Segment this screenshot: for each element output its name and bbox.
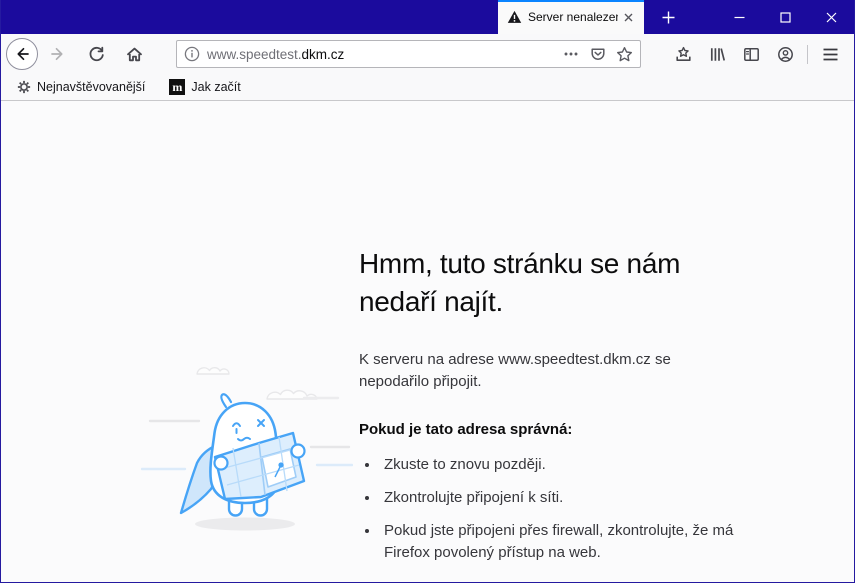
back-icon[interactable] [6, 38, 38, 70]
tab-active-accent [498, 0, 644, 2]
url-input[interactable]: www.speedtest.dkm.cz [176, 40, 641, 68]
gear-icon [17, 80, 31, 94]
pocket-icon[interactable] [584, 41, 611, 67]
tab-title: Server nenalezen [528, 10, 618, 24]
list-item: Pokud jste připojeni přes firewall, zkon… [380, 520, 739, 564]
bookmark-most-visited[interactable]: Nejnavštěvovanější [14, 77, 148, 98]
list-item: Zkontrolujte připojení k síti. [380, 487, 739, 509]
tab-server-nenalezen[interactable]: Server nenalezen [498, 0, 644, 34]
error-title: Hmm, tuto stránku se nám nedaří najít. [359, 245, 739, 321]
error-advice-heading: Pokud je tato adresa správná: [359, 419, 739, 441]
url-prefix: www.speedtest. [207, 47, 302, 62]
close-window-button[interactable] [808, 0, 854, 34]
navigation-toolbar: www.speedtest.dkm.cz [1, 34, 854, 74]
home-icon[interactable] [118, 38, 150, 70]
warning-icon [507, 10, 522, 24]
minimize-button[interactable] [716, 0, 762, 34]
browser-window: Server nenalezen [0, 0, 855, 583]
tab-close-icon[interactable] [618, 7, 638, 27]
url-text: www.speedtest.dkm.cz [207, 47, 557, 62]
error-description: K serveru na adrese www.speedtest.dkm.cz… [359, 349, 739, 393]
titlebar: Server nenalezen [1, 0, 854, 34]
bookmark-label: Jak začít [191, 80, 240, 94]
error-page: Hmm, tuto stránku se nám nedaří najít. K… [1, 101, 854, 582]
reload-icon[interactable] [80, 38, 112, 70]
page-actions-icon[interactable] [557, 41, 584, 67]
mozilla-favicon: m [169, 79, 185, 95]
sidebar-icon[interactable] [735, 38, 767, 70]
menu-hamburger-icon[interactable] [814, 38, 846, 70]
account-icon[interactable] [769, 38, 801, 70]
bookmark-getting-started[interactable]: m Jak začít [166, 77, 243, 98]
library-icon[interactable] [701, 38, 733, 70]
error-text-column: Hmm, tuto stránku se nám nedaří najít. K… [359, 245, 739, 583]
error-suggestion-list: Zkuste to znovu později. Zkontrolujte př… [380, 454, 739, 564]
toolbar-separator [807, 45, 808, 64]
new-tab-button[interactable] [651, 0, 685, 34]
url-domain: dkm.cz [302, 47, 345, 62]
list-item: Zkuste to znovu později. [380, 454, 739, 476]
maximize-button[interactable] [762, 0, 808, 34]
bookmarks-toolbar: Nejnavštěvovanější m Jak začít [1, 74, 854, 101]
site-info-icon[interactable] [177, 46, 207, 62]
forward-icon[interactable] [42, 38, 74, 70]
bookmarks-menu-icon[interactable] [667, 38, 699, 70]
window-controls [716, 0, 854, 34]
bookmark-star-icon[interactable] [611, 41, 638, 67]
lost-character-illustration [141, 347, 353, 539]
bookmark-label: Nejnavštěvovanější [37, 80, 145, 94]
